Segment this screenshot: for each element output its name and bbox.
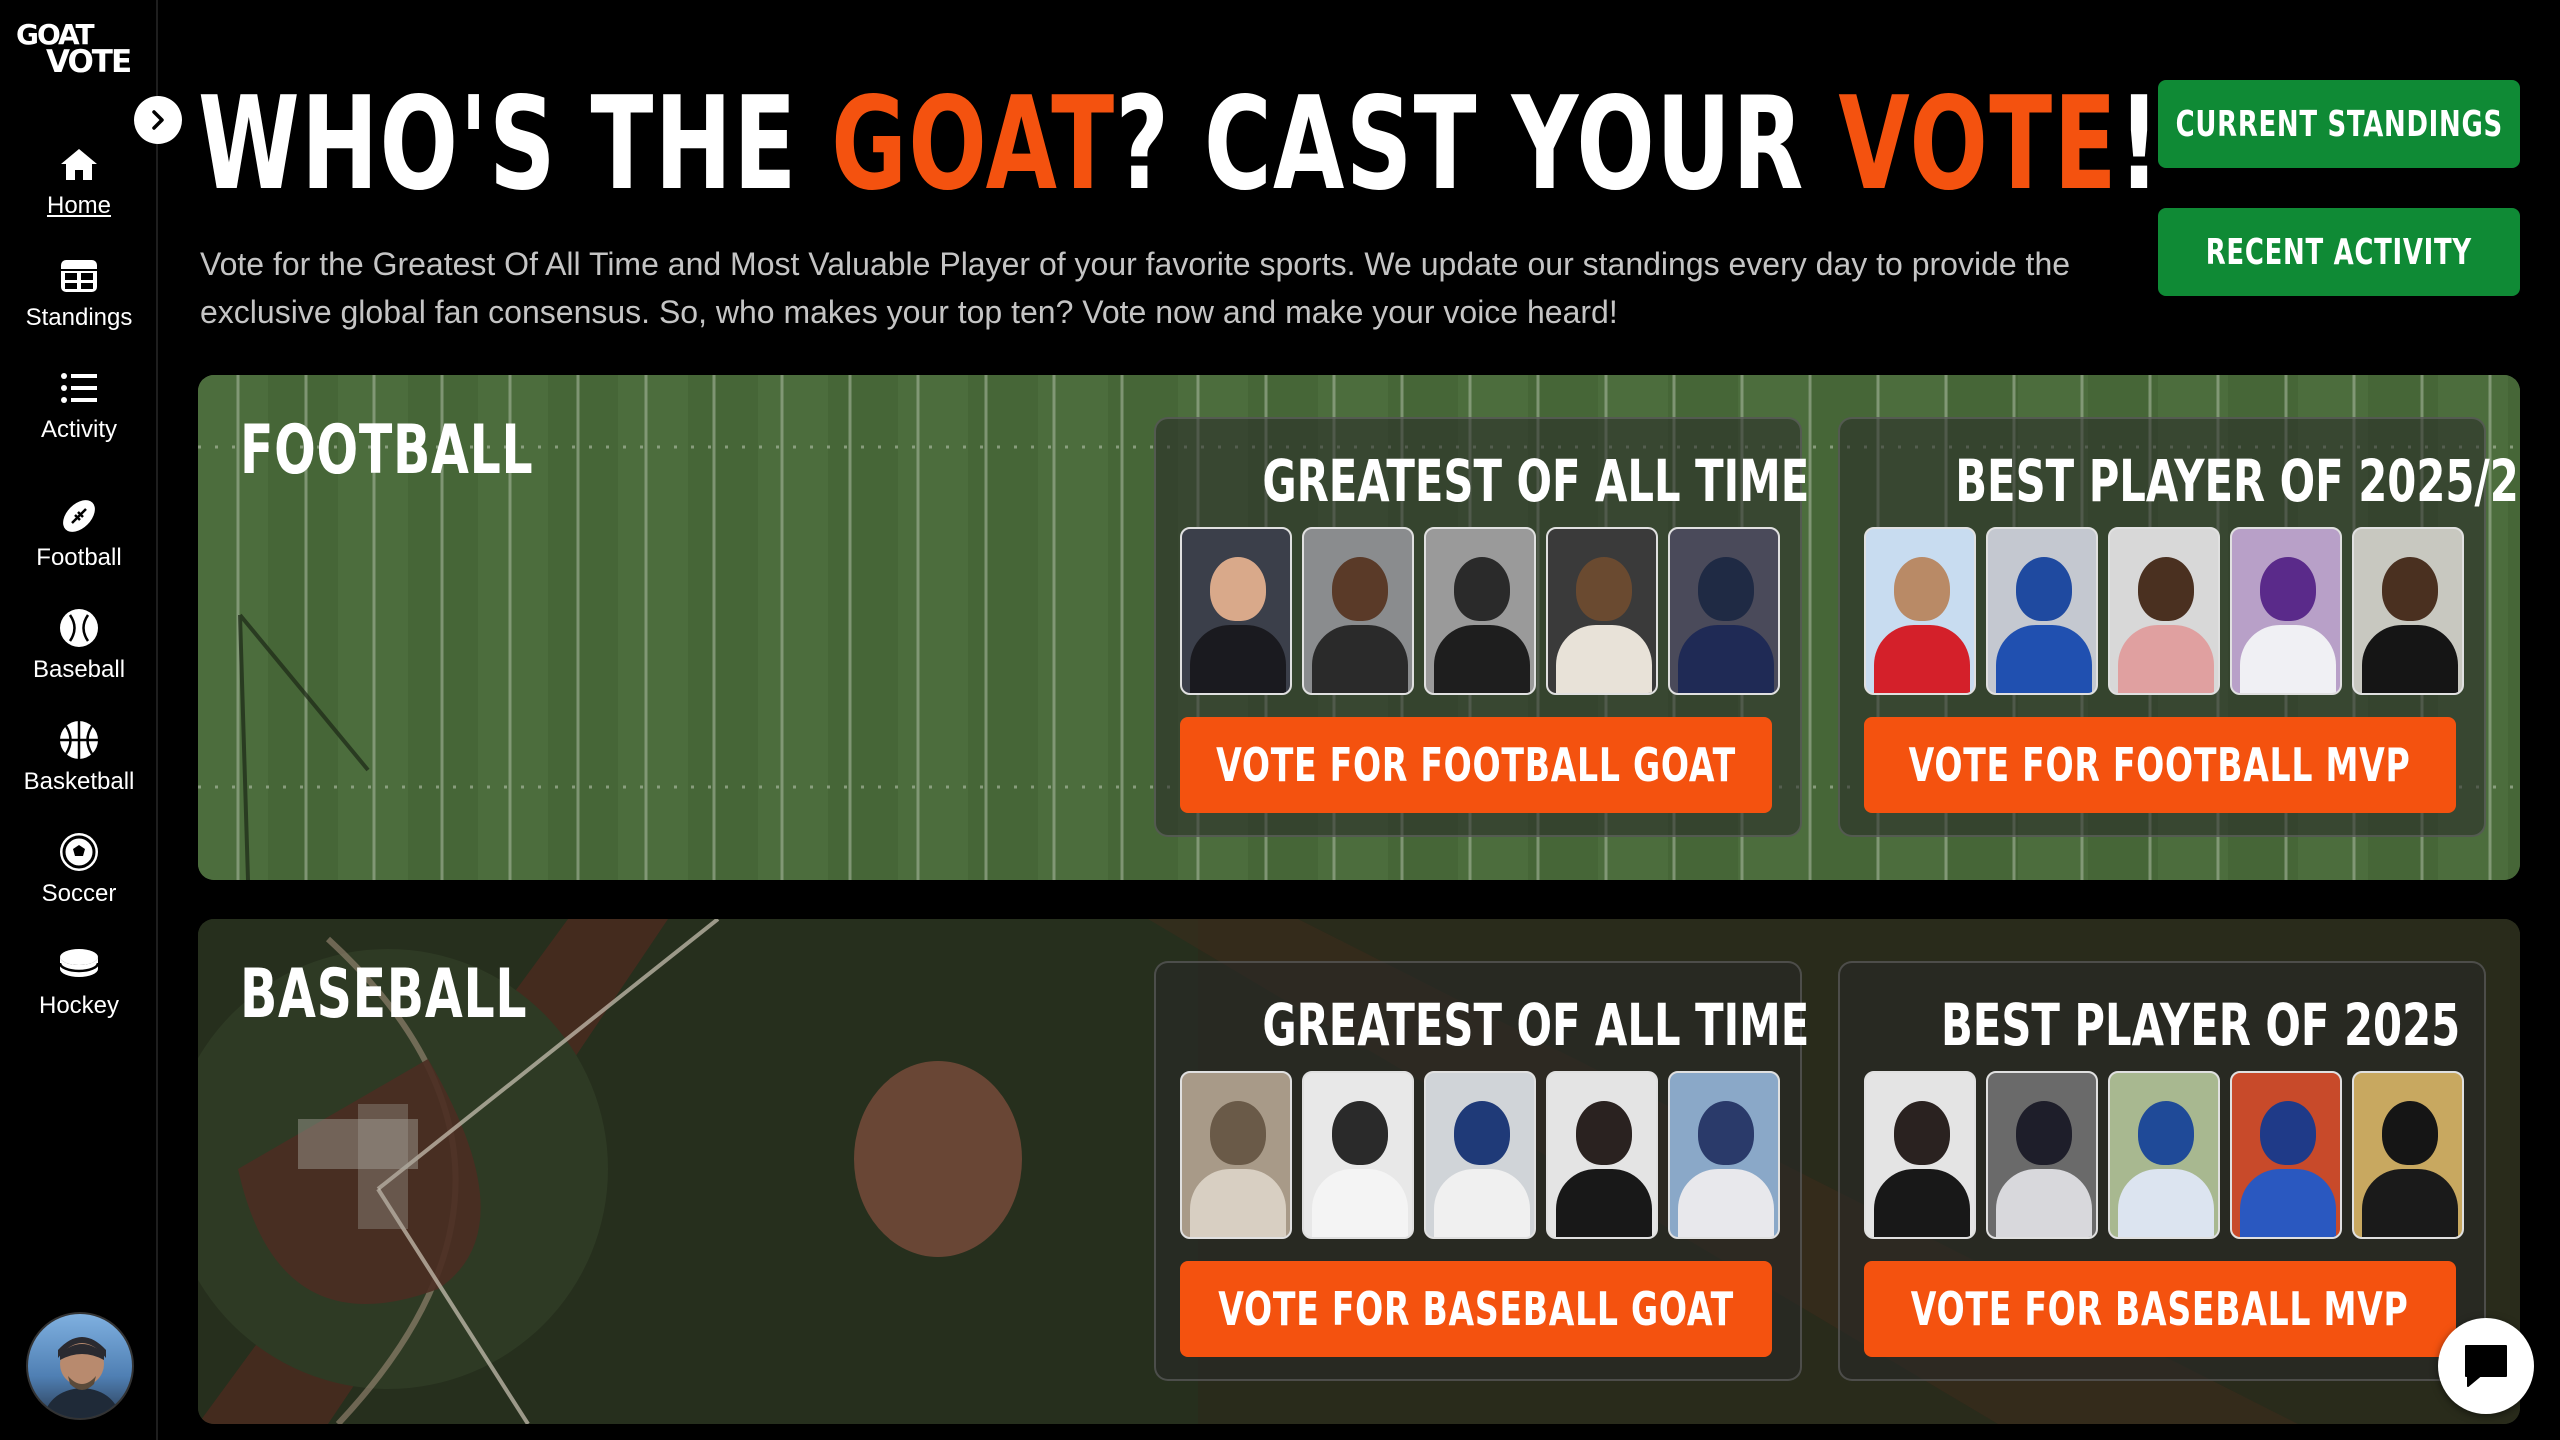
title-part-2: ? CAST YOUR: [1115, 70, 1839, 219]
football-mvp-card: BEST PLAYER OF 2025/26 VOTE FOR FOOTBALL…: [1838, 417, 2520, 837]
vote-football-goat-button[interactable]: VOTE FOR FOOTBALL GOAT: [1180, 717, 1772, 813]
player-photo[interactable]: [2108, 527, 2220, 695]
vote-football-mvp-button[interactable]: VOTE FOR FOOTBALL MVP: [1864, 717, 2456, 813]
home-icon: [61, 149, 97, 180]
sidebar-item-basketball[interactable]: Basketball: [0, 718, 158, 796]
player-photo[interactable]: [2230, 1071, 2342, 1239]
player-photo[interactable]: [1986, 1071, 2098, 1239]
player-thumbnails: [1864, 1071, 2464, 1239]
sidebar-item-label: Standings: [25, 304, 133, 331]
player-photo[interactable]: [2352, 527, 2464, 695]
chat-icon: [2465, 1345, 2507, 1387]
sidebar-item-activity[interactable]: Activity: [0, 366, 158, 444]
logo-line-2: VOTE: [46, 44, 132, 80]
current-standings-label: CURRENT STANDINGS: [2175, 103, 2503, 145]
title-part-1: WHO'S THE: [198, 70, 832, 219]
baseball-section: BASEBALL GREATEST OF ALL TIME VOTE FOR B…: [198, 919, 2520, 1424]
sidebar-item-soccer[interactable]: Soccer: [0, 830, 158, 908]
player-photo[interactable]: [1424, 1071, 1536, 1239]
player-photo[interactable]: [1302, 1071, 1414, 1239]
sidebar-item-label: Basketball: [23, 768, 135, 795]
goat-vote-logo[interactable]: GOAT VOTE: [14, 18, 144, 80]
activity-icon: [61, 373, 97, 403]
chevron-right-icon: [152, 110, 164, 130]
player-thumbnails: [1180, 527, 1780, 695]
sidebar-item-standings[interactable]: Standings: [0, 254, 158, 332]
player-photo[interactable]: [1424, 527, 1536, 695]
intro-text: Vote for the Greatest Of All Time and Mo…: [200, 246, 2071, 330]
recent-activity-button[interactable]: RECENT ACTIVITY: [2158, 208, 2520, 296]
card-title: GREATEST OF ALL TIME: [1262, 447, 1810, 515]
sport-title: BASEBALL: [240, 955, 528, 1034]
sidebar-item-label: Football: [36, 544, 122, 571]
hockey-icon: [58, 949, 100, 977]
player-photo[interactable]: [1546, 527, 1658, 695]
basketball-icon: [60, 721, 98, 759]
vote-button-label: VOTE FOR FOOTBALL MVP: [1909, 738, 2411, 792]
player-photo[interactable]: [2352, 1071, 2464, 1239]
vote-button-label: VOTE FOR FOOTBALL GOAT: [1216, 738, 1736, 792]
player-photo[interactable]: [1546, 1071, 1658, 1239]
player-photo[interactable]: [1668, 1071, 1780, 1239]
player-photo[interactable]: [1668, 527, 1780, 695]
sidebar-item-label: Home: [46, 192, 112, 219]
sport-title: FOOTBALL: [240, 411, 534, 490]
sidebar-item-baseball[interactable]: Baseball: [0, 606, 158, 684]
sidebar-item-football[interactable]: Football: [0, 494, 158, 572]
player-thumbnails: [1180, 1071, 1780, 1239]
baseball-goat-card: GREATEST OF ALL TIME VOTE FOR BASEBALL G…: [1154, 961, 1810, 1381]
title-part-3: !: [2117, 70, 2162, 219]
vote-baseball-mvp-button[interactable]: VOTE FOR BASEBALL MVP: [1864, 1261, 2456, 1357]
player-photo[interactable]: [1180, 1071, 1292, 1239]
player-thumbnails: [1864, 527, 2464, 695]
player-photo[interactable]: [1864, 527, 1976, 695]
sidebar-item-label: Soccer: [41, 880, 117, 907]
player-photo[interactable]: [1180, 527, 1292, 695]
sidebar-item-label: Hockey: [38, 992, 120, 1019]
chat-button[interactable]: [2438, 1318, 2534, 1414]
vote-baseball-goat-button[interactable]: VOTE FOR BASEBALL GOAT: [1180, 1261, 1772, 1357]
soccer-icon: [60, 833, 98, 871]
player-photo[interactable]: [1986, 527, 2098, 695]
sidebar-item-hockey[interactable]: Hockey: [0, 942, 158, 1020]
football-icon: [63, 500, 95, 532]
card-title: BEST PLAYER OF 2025/26: [1955, 447, 2520, 515]
page-title: WHO'S THE GOAT? CAST YOUR VOTE!: [198, 70, 2161, 220]
baseball-icon: [60, 609, 98, 647]
baseball-mvp-card: BEST PLAYER OF 2025 VOTE FOR BASEBALL MV…: [1838, 961, 2486, 1381]
player-photo[interactable]: [2108, 1071, 2220, 1239]
sidebar: GOAT VOTE Home Standings Activity Footba…: [0, 0, 158, 1440]
sidebar-item-home[interactable]: Home: [0, 142, 158, 220]
vote-button-label: VOTE FOR BASEBALL GOAT: [1218, 1282, 1734, 1336]
sidebar-item-label: Baseball: [32, 656, 126, 683]
title-highlight-vote: VOTE: [1838, 70, 2118, 219]
title-highlight-goat: GOAT: [831, 70, 1116, 219]
football-goat-card: GREATEST OF ALL TIME VOTE FOR FOOTBALL G…: [1154, 417, 1810, 837]
current-standings-button[interactable]: CURRENT STANDINGS: [2158, 80, 2520, 168]
recent-activity-label: RECENT ACTIVITY: [2205, 231, 2473, 273]
player-photo[interactable]: [1302, 527, 1414, 695]
card-title: BEST PLAYER OF 2025: [1940, 991, 2461, 1059]
expand-sidebar-button[interactable]: [134, 96, 182, 144]
user-avatar[interactable]: [26, 1312, 134, 1420]
standings-icon: [61, 260, 97, 292]
card-title: GREATEST OF ALL TIME: [1262, 991, 1810, 1059]
avatar-image: [43, 1337, 121, 1418]
player-photo[interactable]: [1864, 1071, 1976, 1239]
football-section: FOOTBALL GREATEST OF ALL TIME VOTE FOR F…: [198, 375, 2520, 880]
sidebar-item-label: Activity: [40, 416, 117, 443]
vote-button-label: VOTE FOR BASEBALL MVP: [1911, 1282, 2409, 1336]
player-photo[interactable]: [2230, 527, 2342, 695]
